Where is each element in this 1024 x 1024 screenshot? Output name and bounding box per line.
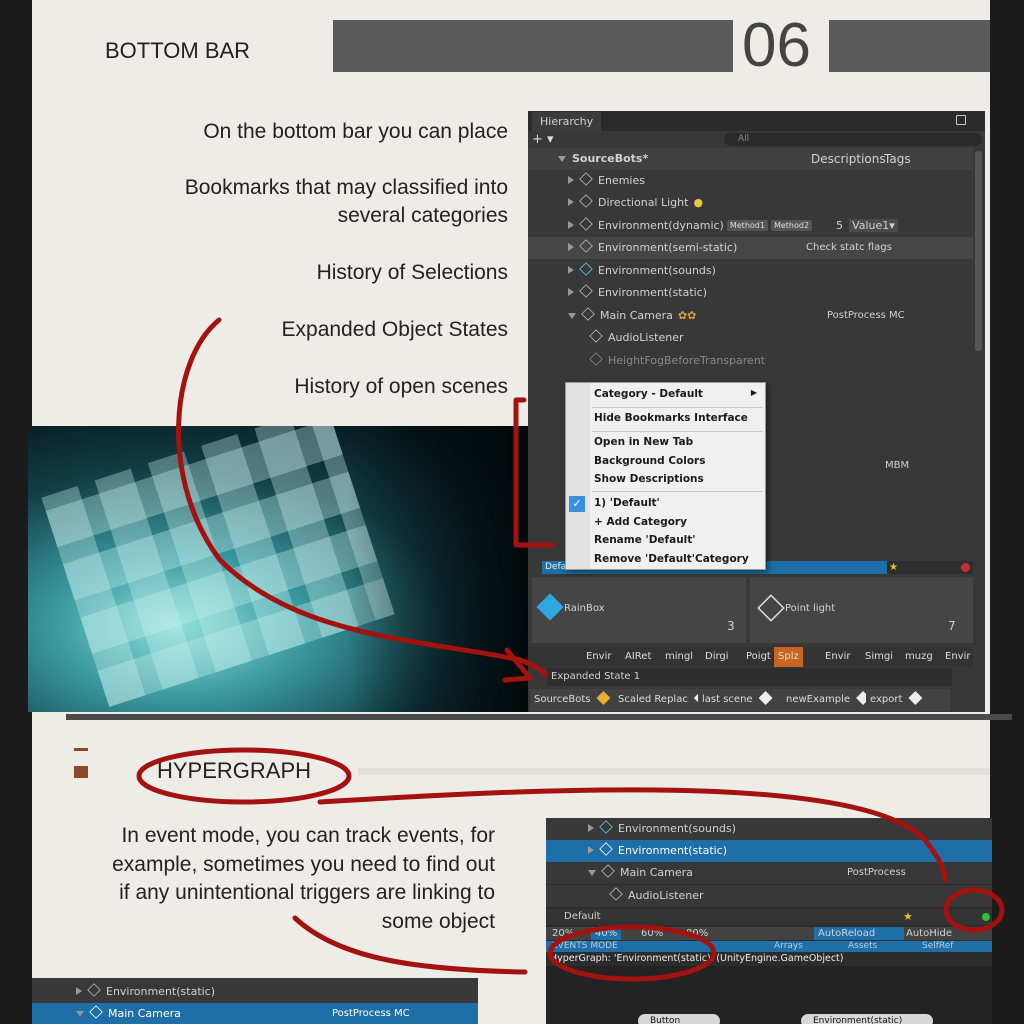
annotation-arrow-tip bbox=[502, 647, 533, 683]
annotation-arrow-expanded bbox=[176, 317, 548, 678]
annotation-arrow-events bbox=[292, 915, 528, 975]
annotation-bracket-history bbox=[513, 397, 555, 548]
annotation-circle-hypergraph bbox=[136, 747, 352, 805]
annotation-circle-toggle bbox=[943, 887, 1005, 933]
annotation-circle-events bbox=[547, 924, 717, 982]
annotation-overlay bbox=[136, 317, 1005, 982]
annotation-arrow-toggle bbox=[317, 787, 948, 883]
